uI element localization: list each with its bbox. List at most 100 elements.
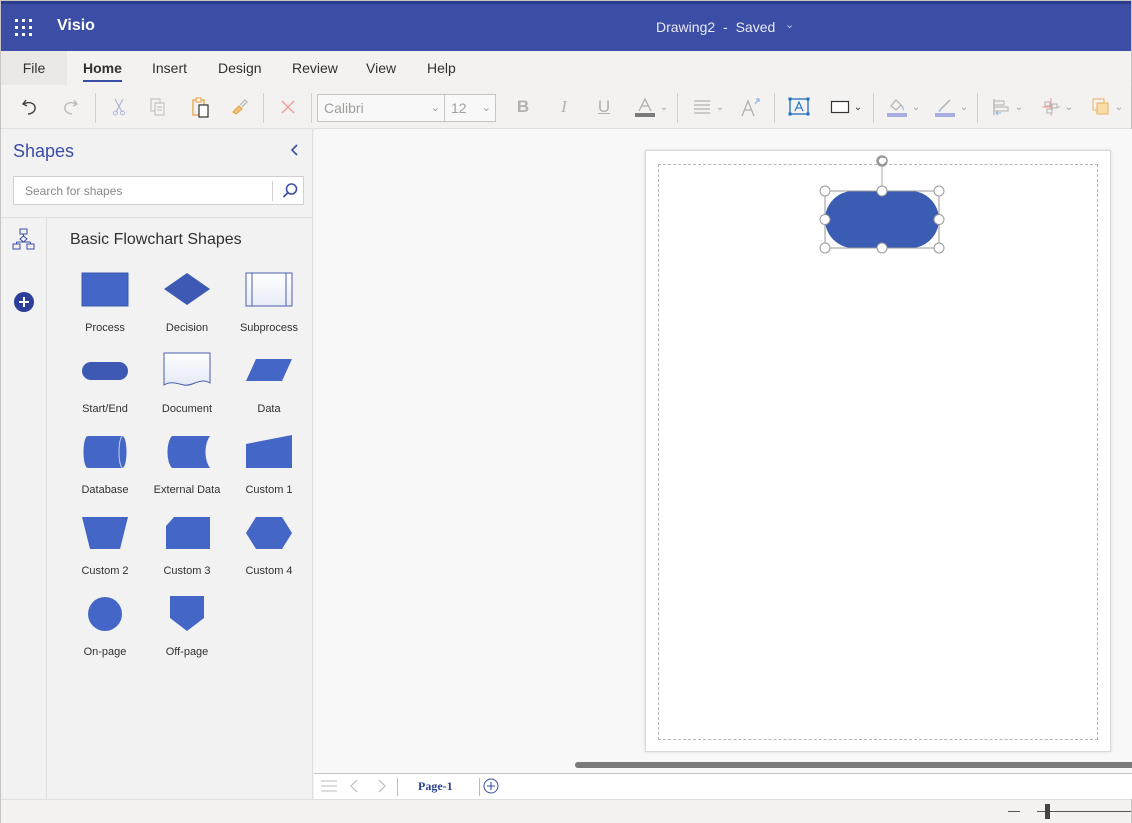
on-page-shape-icon — [88, 597, 122, 631]
chevron-left-icon — [290, 144, 298, 156]
document-title[interactable]: Drawing2 - Saved — [656, 19, 775, 35]
paste-button[interactable] — [188, 93, 214, 121]
shape-label: Data — [257, 403, 281, 415]
italic-button[interactable]: I — [552, 93, 576, 121]
search-divider — [272, 181, 273, 201]
shape-start-end[interactable]: Start/End — [64, 351, 146, 421]
shape-style-icon — [830, 100, 849, 114]
text-box-button[interactable] — [786, 93, 812, 121]
tab-review[interactable]: Review — [292, 51, 338, 85]
tab-help[interactable]: Help — [427, 51, 456, 85]
database-shape-icon — [83, 435, 127, 469]
document-name: Drawing2 — [656, 19, 716, 35]
resize-handle[interactable] — [819, 185, 831, 197]
font-color-button[interactable]: ⌄ — [632, 93, 670, 121]
delete-icon — [281, 100, 295, 114]
stencil-rail — [1, 218, 47, 799]
drawing-page[interactable] — [645, 150, 1111, 752]
resize-handle[interactable] — [876, 185, 888, 197]
fill-button[interactable]: ⌄ — [883, 93, 923, 121]
resize-handle[interactable] — [876, 242, 888, 254]
shape-database[interactable]: Database — [64, 432, 146, 502]
add-page-button[interactable] — [482, 777, 500, 795]
zoom-out-button[interactable] — [1008, 811, 1020, 812]
shape-decision[interactable]: Decision — [146, 270, 228, 340]
shape-on-page[interactable]: On-page — [64, 594, 146, 664]
title-separator: - — [723, 19, 728, 35]
resize-handle[interactable] — [933, 242, 945, 254]
bold-button[interactable]: B — [511, 93, 535, 121]
shape-search — [13, 176, 304, 205]
copy-icon — [150, 98, 165, 116]
underline-button[interactable]: U — [592, 93, 616, 121]
cut-button[interactable] — [107, 93, 131, 121]
resize-handle[interactable] — [933, 214, 945, 225]
undo-button[interactable] — [17, 93, 43, 121]
tab-design[interactable]: Design — [218, 51, 262, 85]
zoom-slider-thumb[interactable] — [1045, 804, 1050, 819]
page-list-button[interactable] — [320, 778, 338, 796]
position-button[interactable]: ⌄ — [987, 93, 1027, 121]
resize-handle[interactable] — [819, 242, 831, 254]
chevron-down-icon: ⌄ — [1014, 101, 1024, 113]
redo-button[interactable] — [57, 93, 83, 121]
page-tab-1[interactable]: Page-1 — [418, 779, 453, 794]
chevron-down-icon[interactable]: ⌄ — [785, 18, 794, 31]
search-button[interactable] — [280, 181, 300, 201]
shape-label: Custom 1 — [245, 484, 293, 496]
horizontal-scrollbar[interactable] — [575, 762, 1132, 768]
chevron-down-icon: ⌄ — [715, 101, 725, 113]
plus-circle-icon — [14, 292, 34, 312]
next-page-button[interactable] — [376, 778, 388, 796]
basic-flowchart-stencil-button[interactable] — [12, 228, 36, 252]
line-color-icon — [934, 99, 955, 117]
page-bar-divider — [397, 778, 398, 796]
start-end-shape[interactable] — [825, 191, 939, 248]
resize-handle[interactable] — [819, 214, 831, 225]
resize-handle[interactable] — [933, 185, 945, 197]
shape-custom-4[interactable]: Custom 4 — [228, 513, 310, 583]
font-name-select[interactable]: Calibri ⌄ — [317, 94, 445, 122]
tab-file[interactable]: File — [1, 51, 67, 85]
shape-custom-3[interactable]: Custom 3 — [146, 513, 228, 583]
add-stencil-button[interactable] — [12, 290, 36, 314]
arrange-button[interactable]: ⌄ — [1037, 93, 1077, 121]
app-launcher-icon[interactable] — [15, 19, 33, 37]
drawing-canvas[interactable] — [314, 129, 1132, 773]
tab-view[interactable]: View — [366, 51, 396, 85]
line-color-button[interactable]: ⌄ — [931, 93, 971, 121]
text-box-icon — [788, 97, 810, 116]
shape-document[interactable]: Document — [146, 351, 228, 421]
shape-data[interactable]: Data — [228, 351, 310, 421]
shape-external-data[interactable]: External Data — [146, 432, 228, 502]
custom-4-shape-icon — [246, 517, 292, 549]
font-size-increase-icon — [741, 98, 760, 117]
tab-insert[interactable]: Insert — [152, 51, 187, 85]
previous-page-button[interactable] — [348, 778, 360, 796]
shape-subprocess[interactable]: Subprocess — [228, 270, 310, 340]
chevron-down-icon: ⌄ — [481, 102, 491, 114]
copy-button[interactable] — [146, 93, 170, 121]
align-text-button[interactable]: ⌄ — [689, 93, 727, 121]
selected-shape-group — [819, 155, 945, 254]
delete-button[interactable] — [276, 93, 300, 121]
tab-home[interactable]: Home — [83, 51, 122, 85]
shape-custom-2[interactable]: Custom 2 — [64, 513, 146, 583]
layers-button[interactable]: ⌄ — [1087, 93, 1127, 121]
app-name[interactable]: Visio — [57, 17, 95, 35]
shape-styles-button[interactable]: ⌄ — [827, 93, 865, 121]
shape-off-page[interactable]: Off-page — [146, 594, 228, 664]
rotate-handle[interactable] — [876, 155, 888, 167]
zoom-slider-track[interactable] — [1037, 811, 1131, 812]
shape-custom-1[interactable]: Custom 1 — [228, 432, 310, 502]
format-painter-button[interactable] — [228, 93, 252, 121]
shape-label: Off-page — [165, 646, 209, 658]
font-size-select[interactable]: 12 ⌄ — [444, 94, 496, 122]
page-tabs-bar: Page-1 — [314, 773, 1132, 799]
increase-font-size-button[interactable] — [738, 93, 764, 121]
collapse-panel-button[interactable] — [289, 143, 301, 162]
shape-search-input[interactable] — [14, 177, 272, 204]
status-bar — [1, 799, 1131, 823]
font-name-value: Calibri — [324, 100, 364, 116]
shape-process[interactable]: Process — [64, 270, 146, 340]
